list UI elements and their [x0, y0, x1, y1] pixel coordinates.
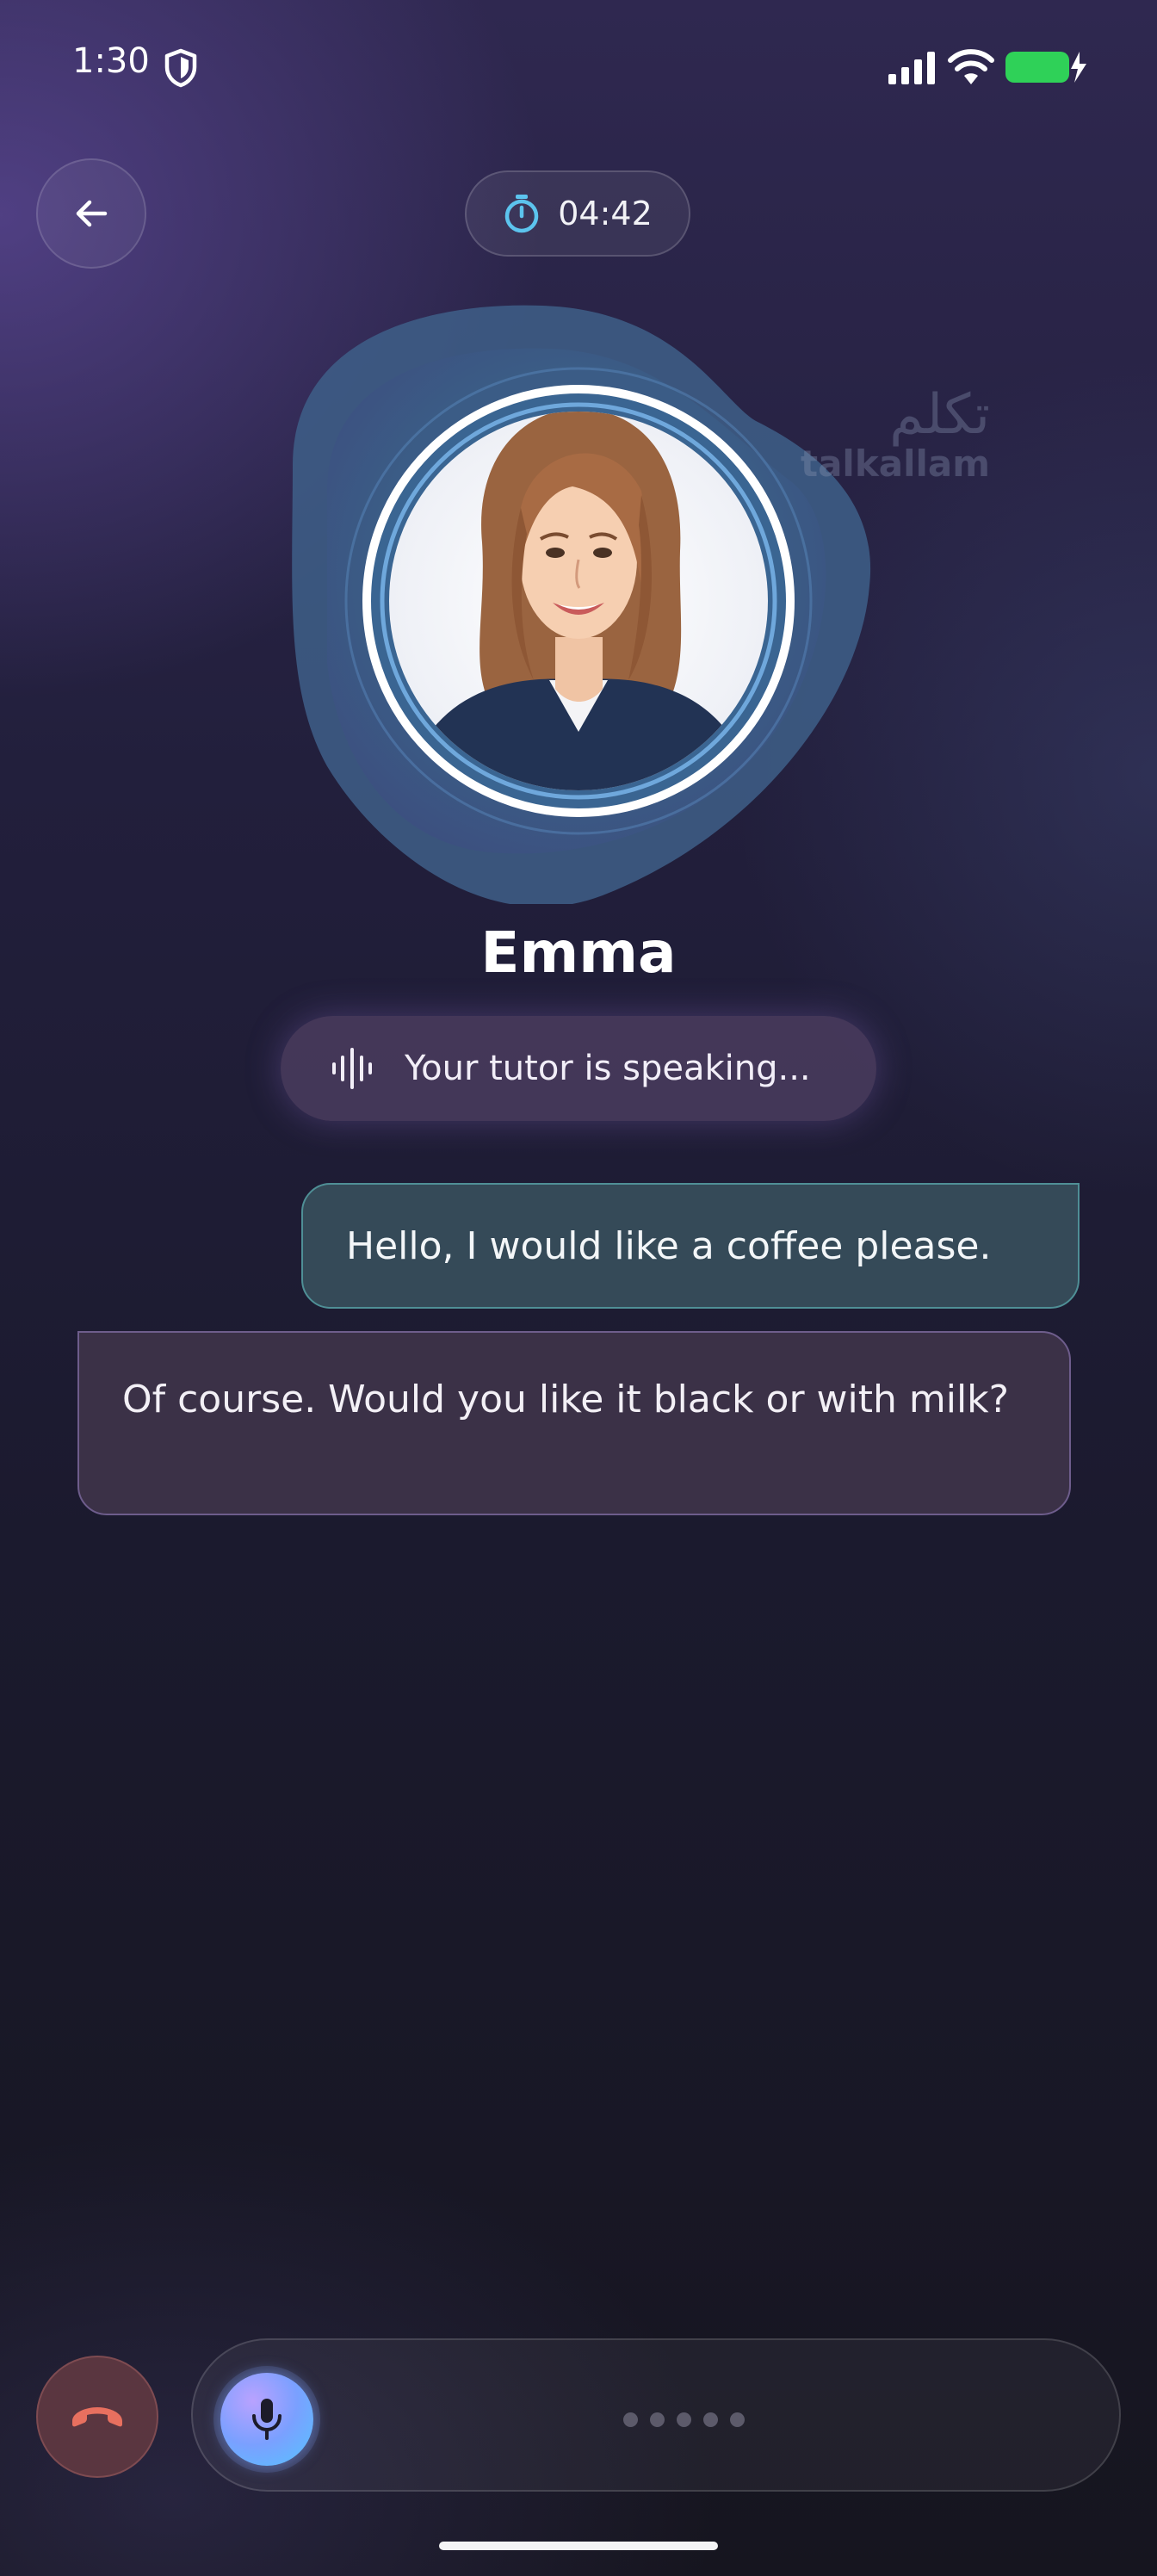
- phone-hangup-icon: [72, 2407, 122, 2427]
- end-call-button[interactable]: [36, 2356, 158, 2478]
- speaking-status: Your tutor is speaking...: [281, 1016, 876, 1121]
- audio-dot: [703, 2412, 718, 2427]
- audio-level-indicator: [623, 2407, 752, 2431]
- battery-icon: [1005, 52, 1086, 83]
- status-time: 1:30: [72, 41, 150, 81]
- microphone-button[interactable]: [220, 2373, 313, 2466]
- tutor-message-bubble: Of course. Would you like it black or wi…: [77, 1331, 1071, 1515]
- waveform-icon: [332, 1048, 372, 1089]
- speaking-status-text: Your tutor is speaking...: [405, 1049, 811, 1088]
- home-indicator[interactable]: [439, 2542, 718, 2550]
- brand-watermark: تكلم talkallam: [801, 387, 990, 486]
- audio-dot: [623, 2412, 638, 2427]
- shield-icon: [164, 48, 197, 88]
- user-message-text: Hello, I would like a coffee please.: [346, 1223, 992, 1268]
- session-timer: 04:42: [465, 170, 690, 257]
- timer-text: 04:42: [558, 195, 653, 232]
- tutor-message-text: Of course. Would you like it black or wi…: [122, 1378, 1010, 1421]
- wifi-icon: [948, 49, 994, 84]
- back-button[interactable]: [36, 158, 146, 269]
- stopwatch-icon: [504, 195, 539, 233]
- audio-dot: [677, 2412, 691, 2427]
- tutor-name: Emma: [480, 920, 677, 986]
- user-message-bubble: Hello, I would like a coffee please.: [301, 1183, 1080, 1309]
- signal-icon: [888, 52, 935, 84]
- audio-dot: [730, 2412, 745, 2427]
- microphone-icon: [252, 2399, 282, 2440]
- watermark-arabic: تكلم: [889, 383, 990, 447]
- audio-dot: [650, 2412, 665, 2427]
- watermark-latin: talkallam: [801, 443, 990, 485]
- back-arrow-icon: [76, 200, 108, 227]
